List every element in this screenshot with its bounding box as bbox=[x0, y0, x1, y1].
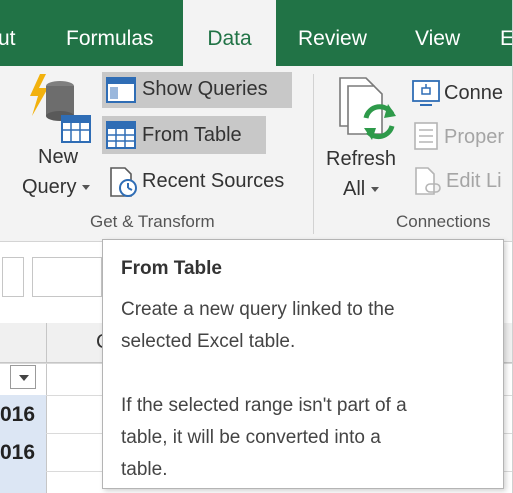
tooltip-description-line: Create a new query linked to the bbox=[121, 299, 395, 320]
connections-icon bbox=[412, 80, 440, 106]
table-cell[interactable]: 016 bbox=[0, 441, 35, 465]
chevron-down-icon bbox=[82, 185, 91, 191]
recent-sources-label: Recent Sources bbox=[142, 170, 285, 192]
refresh-all-label-1: Refresh bbox=[326, 148, 397, 170]
connections-label: Conne bbox=[444, 82, 503, 104]
edit-links-label: Edit Li bbox=[446, 170, 502, 192]
edit-links-icon bbox=[415, 167, 441, 195]
recent-sources-icon bbox=[110, 167, 137, 197]
tab-review[interactable]: Review bbox=[298, 0, 367, 66]
table-row[interactable] bbox=[0, 471, 46, 493]
tooltip-description-line: selected Excel table. bbox=[121, 331, 296, 352]
group-separator bbox=[313, 74, 314, 234]
tooltip-description-line: table. bbox=[121, 459, 168, 480]
from-table-label: From Table bbox=[142, 124, 242, 146]
formula-bar[interactable] bbox=[32, 257, 102, 297]
name-box[interactable] bbox=[2, 257, 24, 297]
ribbon-tab-bar: ut Formulas Data Review View E bbox=[0, 0, 512, 66]
show-queries-icon bbox=[106, 77, 136, 103]
table-cell[interactable]: 016 bbox=[0, 403, 35, 427]
new-query-label-1: New bbox=[38, 146, 79, 168]
ribbon-data: New Query Show Queries From Table Recent… bbox=[0, 66, 512, 242]
excel-window: ut Formulas Data Review View E New Query bbox=[0, 0, 513, 493]
get-transform-group-label: Get & Transform bbox=[90, 212, 215, 231]
tab-data[interactable]: Data bbox=[183, 0, 276, 66]
from-table-button[interactable]: From Table bbox=[102, 116, 266, 154]
show-queries-label: Show Queries bbox=[142, 78, 268, 100]
from-table-icon bbox=[106, 121, 136, 149]
properties-label: Proper bbox=[444, 126, 505, 148]
new-query-label-2: Query bbox=[22, 176, 91, 199]
tab-formulas[interactable]: Formulas bbox=[66, 0, 154, 66]
refresh-all-icon bbox=[339, 77, 396, 140]
refresh-all-label-2: All bbox=[343, 178, 380, 201]
properties-icon bbox=[414, 122, 438, 150]
grid-divider bbox=[46, 323, 47, 493]
new-query-icon bbox=[30, 74, 91, 143]
show-queries-button[interactable]: Show Queries bbox=[102, 72, 292, 108]
tooltip-description-line: If the selected range isn't part of a bbox=[121, 395, 407, 416]
from-table-tooltip: From Table Create a new query linked to … bbox=[102, 239, 504, 489]
tooltip-description-line: table, it will be converted into a bbox=[121, 427, 381, 448]
filter-dropdown-icon[interactable] bbox=[10, 365, 36, 389]
tab-layout[interactable]: ut bbox=[0, 0, 32, 66]
tab-more[interactable]: E bbox=[500, 0, 512, 66]
tooltip-title: From Table bbox=[121, 258, 222, 279]
tab-view[interactable]: View bbox=[415, 0, 460, 66]
connections-group-label: Connections bbox=[396, 212, 491, 231]
chevron-down-icon bbox=[371, 187, 380, 193]
